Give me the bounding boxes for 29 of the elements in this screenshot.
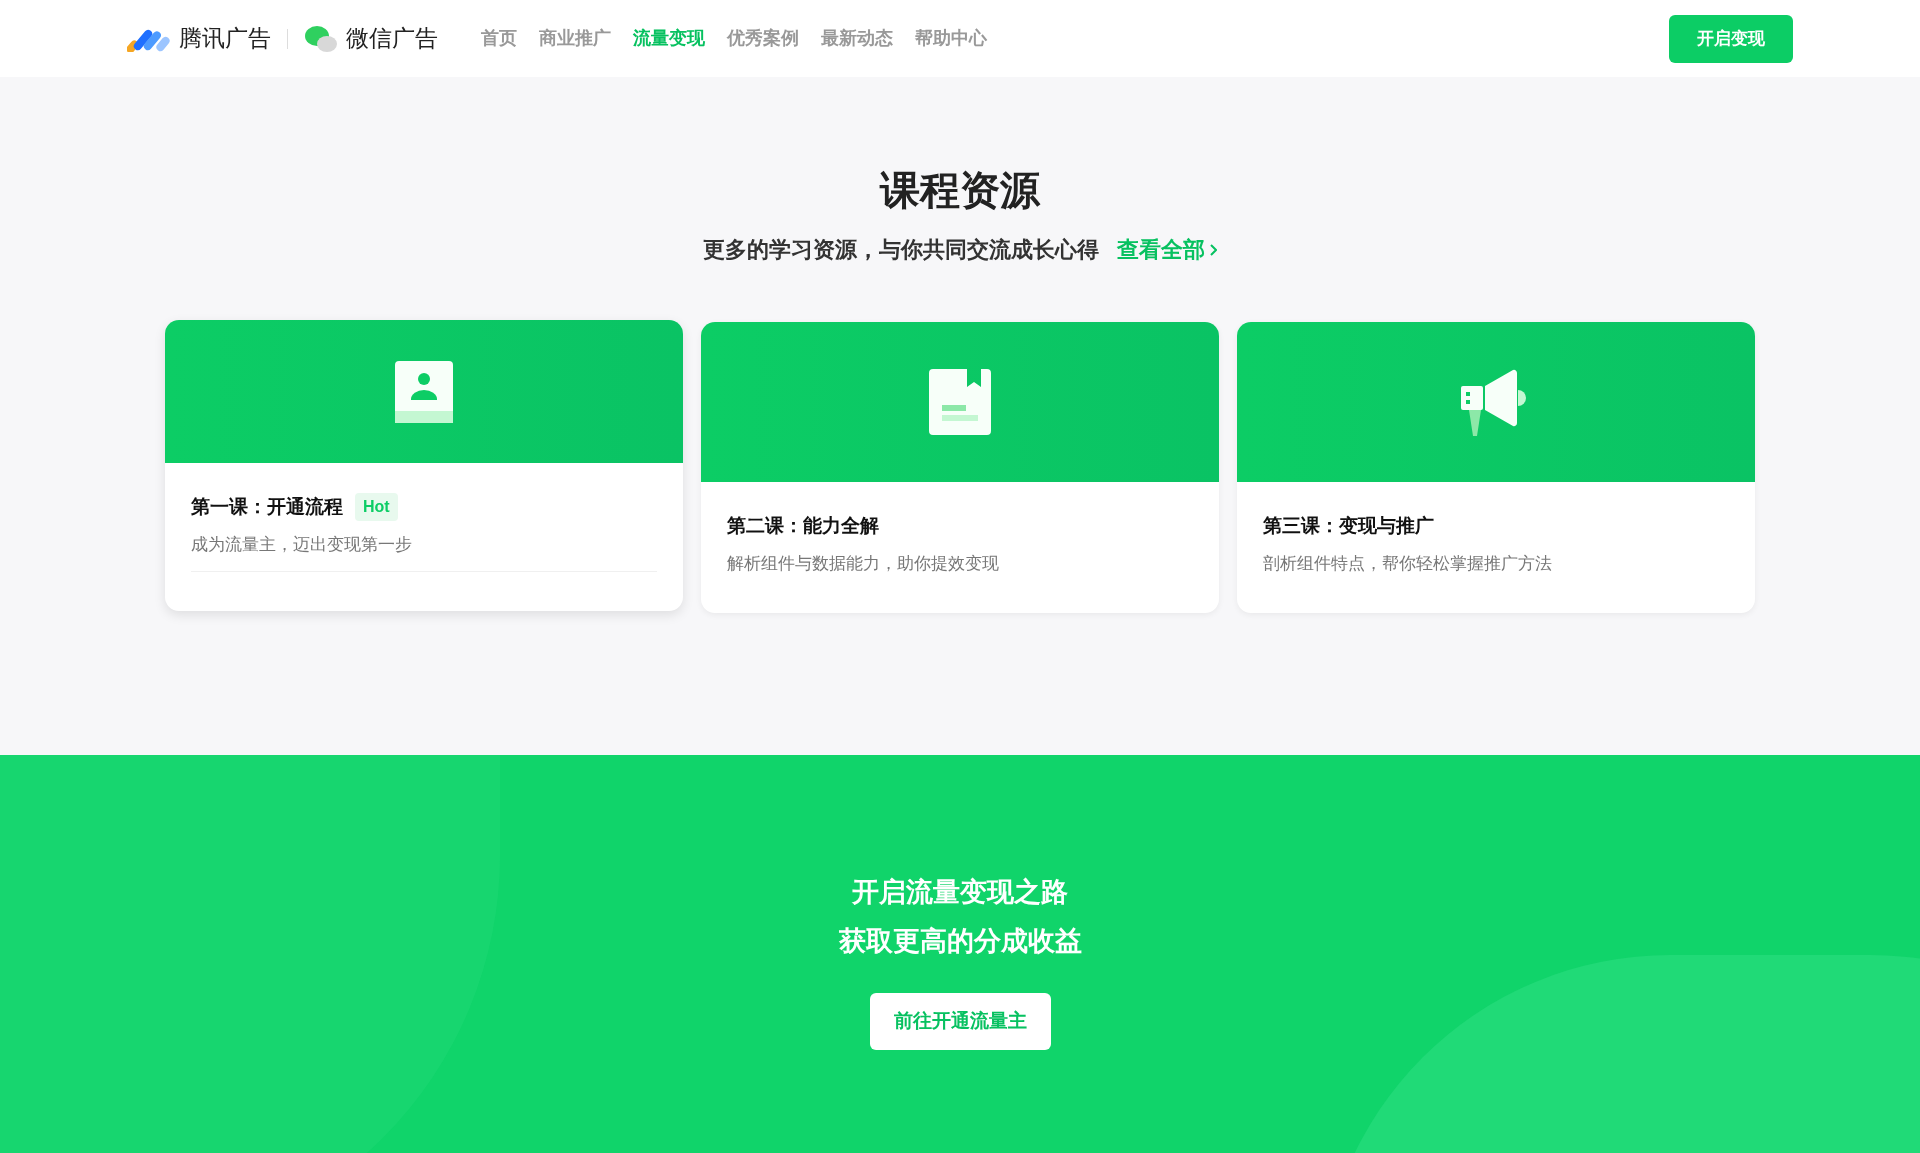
- banner-headline: 获取更高的分成收益: [838, 925, 1082, 958]
- nav-link[interactable]: 流量变现: [633, 25, 705, 52]
- banner-headline: 开启流量变现之路: [852, 876, 1068, 909]
- open-account-button[interactable]: 前往开通流量主: [869, 993, 1051, 1050]
- start-button[interactable]: 开启变现: [1669, 14, 1793, 63]
- course-card[interactable]: 第二课：能力全解 解析组件与数据能力，助你提效变现: [701, 322, 1219, 613]
- card-description: 成为流量主，迈出变现第一步: [191, 533, 413, 556]
- section-subtitle: 更多的学习资源，与你共同交流成长心得: [703, 236, 1099, 264]
- course-card[interactable]: 第一课：开通流程 Hot 成为流量主，迈出变现第一步: [165, 320, 683, 611]
- course-card[interactable]: 第三课：变现与推广 剖析组件特点，帮你轻松掌握推广方法: [1237, 322, 1755, 613]
- nav-link[interactable]: 优秀案例: [727, 25, 799, 52]
- nav-link[interactable]: 帮助中心: [915, 25, 987, 52]
- chat-bubbles-icon: [304, 23, 338, 54]
- section-title: 课程资源: [880, 170, 1040, 210]
- nav-link[interactable]: 首页: [481, 25, 517, 52]
- card-title: 第一课：开通流程: [191, 495, 343, 519]
- nav-link[interactable]: 商业推广: [539, 25, 611, 52]
- view-all-link[interactable]: 查看全部: [1117, 233, 1217, 266]
- card-description: 解析组件与数据能力，助你提效变现: [727, 552, 1000, 575]
- card-title: 第三课：变现与推广: [1263, 514, 1434, 538]
- nav-link[interactable]: 最新动态: [821, 25, 893, 52]
- book-icon: [929, 369, 991, 435]
- card-description: 剖析组件特点，帮你轻松掌握推广方法: [1263, 552, 1553, 575]
- card-title: 第二课：能力全解: [727, 514, 879, 538]
- chevron-right-icon: [1209, 243, 1217, 256]
- profile-card-icon: [395, 360, 453, 423]
- brand-name: 腾讯广告: [179, 24, 271, 54]
- hot-badge: Hot: [355, 493, 398, 522]
- brand-name: 微信广告: [346, 24, 438, 54]
